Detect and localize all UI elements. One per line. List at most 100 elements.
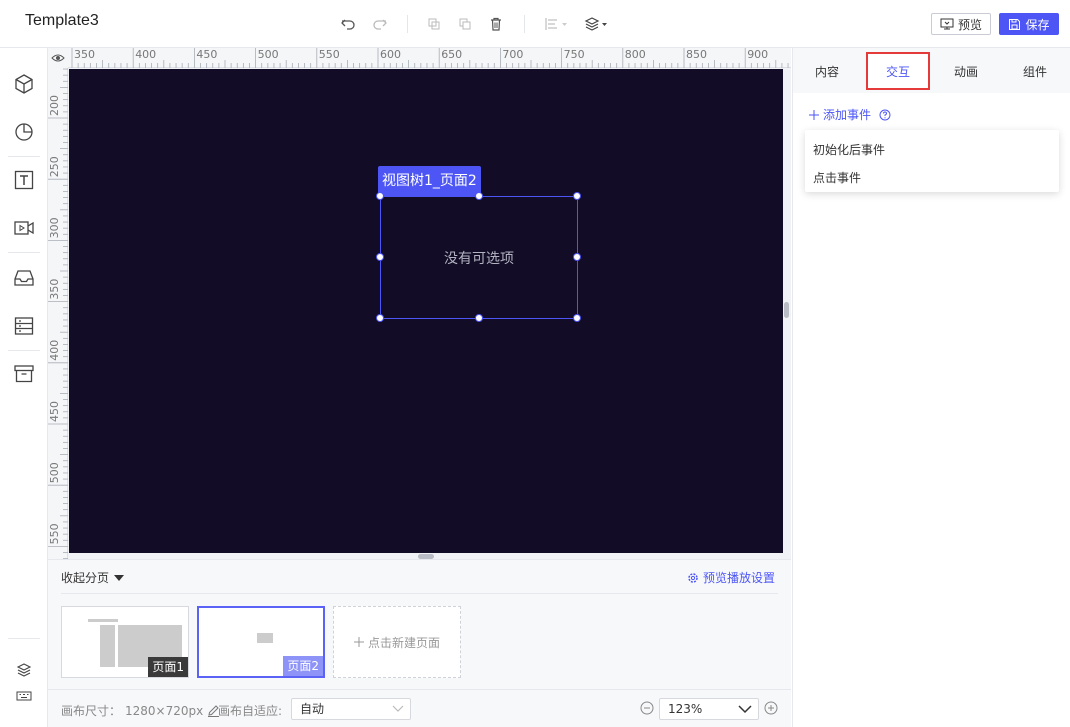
save-label: 保存 xyxy=(1025,17,1050,32)
redo-icon[interactable] xyxy=(369,13,391,35)
canvas-size-value: 1280×720px xyxy=(125,703,204,718)
fit-value: 自动 xyxy=(300,702,325,716)
preview-button[interactable]: 预览 xyxy=(931,13,991,35)
ruler-label: 550 xyxy=(48,523,61,544)
zoom-value: 123% xyxy=(668,702,703,716)
fit-label: 画布自适应: xyxy=(218,704,283,718)
save-button[interactable]: 保存 xyxy=(999,13,1059,35)
keyboard-icon[interactable] xyxy=(10,682,38,710)
preview-settings-link[interactable]: 预览播放设置 xyxy=(687,569,775,586)
ruler-label: 350 xyxy=(48,279,61,300)
ruler-label: 400 xyxy=(135,48,156,61)
chevron-down-icon xyxy=(738,705,752,714)
canvas-size: 画布尺寸： 1280×720px xyxy=(61,702,220,719)
preview-settings-label: 预览播放设置 xyxy=(702,571,775,585)
resize-handle-w[interactable] xyxy=(376,253,384,261)
cube-icon[interactable] xyxy=(10,70,38,98)
plus-icon xyxy=(353,637,364,647)
resize-handle-n[interactable] xyxy=(475,192,483,200)
resize-handle-e[interactable] xyxy=(573,253,581,261)
ruler-label: 900 xyxy=(747,48,768,61)
add-event-label: 添加事件 xyxy=(823,108,872,122)
resize-handle-sw[interactable] xyxy=(376,314,384,322)
canvas-size-label: 画布尺寸： xyxy=(61,704,122,718)
layers-icon[interactable] xyxy=(10,656,38,684)
ruler-label: 400 xyxy=(48,340,61,361)
zoom-in-icon[interactable] xyxy=(764,701,778,715)
ruler-label: 250 xyxy=(48,156,61,177)
inbox-icon[interactable] xyxy=(10,264,38,292)
vertical-scrollbar[interactable] xyxy=(783,69,791,559)
trash-icon[interactable] xyxy=(485,13,507,35)
undo-icon[interactable] xyxy=(337,13,359,35)
event-item-init[interactable]: 初始化后事件 xyxy=(805,136,1059,164)
page-thumbnail-1[interactable]: 页面1 xyxy=(61,606,189,678)
ruler-left: 200 250 300 350 400 450 500 550 xyxy=(48,68,68,559)
resize-handle-se[interactable] xyxy=(573,314,581,322)
zoom-out-icon[interactable] xyxy=(640,701,654,715)
monitor-icon xyxy=(940,18,954,30)
plus-icon xyxy=(809,109,819,120)
ruler-label: 750 xyxy=(564,48,585,61)
resize-handle-s[interactable] xyxy=(475,314,483,322)
tab-interaction-label: 交互 xyxy=(885,64,910,79)
ruler-label: 700 xyxy=(502,48,523,61)
preview-label: 预览 xyxy=(957,17,982,32)
ruler-label: 800 xyxy=(625,48,646,61)
pie-chart-icon[interactable] xyxy=(10,118,38,146)
tab-animation-label: 动画 xyxy=(953,64,978,79)
tab-animation[interactable]: 动画 xyxy=(934,52,998,90)
properties-tabs: 内容 交互 动画 组件 xyxy=(793,48,1070,93)
video-icon[interactable] xyxy=(10,214,38,242)
ruler-label: 850 xyxy=(686,48,707,61)
canvas-footer: 画布尺寸： 1280×720px 画布自适应: 自动 123% xyxy=(48,689,791,727)
caret-down-icon xyxy=(114,574,125,581)
add-event-button[interactable]: 添加事件 xyxy=(809,106,891,123)
tab-interaction[interactable]: 交互 xyxy=(866,52,930,90)
ruler-label: 200 xyxy=(48,95,61,116)
tab-content[interactable]: 内容 xyxy=(795,52,859,90)
zoom-select[interactable]: 123% xyxy=(659,698,759,720)
page-thumbnail-2[interactable]: 页面2 xyxy=(197,606,325,678)
archive-icon[interactable] xyxy=(10,360,38,388)
text-icon[interactable] xyxy=(10,166,38,194)
collapse-pages-label: 收起分页 xyxy=(61,571,110,585)
ruler-label: 550 xyxy=(319,48,340,61)
collapse-pages-button[interactable]: 收起分页 xyxy=(61,569,125,586)
tab-components[interactable]: 组件 xyxy=(1003,52,1067,90)
new-page-button[interactable]: 点击新建页面 xyxy=(333,606,461,678)
resize-handle-nw[interactable] xyxy=(376,192,384,200)
copy-icon[interactable] xyxy=(423,13,445,35)
new-page-label: 点击新建页面 xyxy=(367,635,440,650)
eye-icon[interactable] xyxy=(48,48,68,68)
selected-component[interactable]: 没有可选项 xyxy=(376,192,581,322)
ruler-label: 500 xyxy=(48,462,61,483)
align-icon[interactable] xyxy=(543,13,571,35)
event-dropdown: 初始化后事件 点击事件 xyxy=(805,130,1059,192)
layers-icon[interactable] xyxy=(583,13,611,35)
app-title: Template3 xyxy=(25,12,99,29)
ruler-label: 300 xyxy=(48,217,61,238)
gear-icon xyxy=(688,572,698,583)
ruler-label: 450 xyxy=(196,48,217,61)
canvas-stage[interactable]: 视图树1_页面2 没有可选项 xyxy=(69,69,783,553)
page-label-2: 页面2 xyxy=(283,656,323,676)
help-icon[interactable] xyxy=(879,109,891,121)
ruler-label: 350 xyxy=(74,48,95,61)
paste-icon[interactable] xyxy=(454,13,476,35)
ruler-label: 500 xyxy=(258,48,279,61)
selection-label: 视图树1_页面2 xyxy=(378,166,481,196)
save-icon xyxy=(1009,18,1021,30)
canvas-area: 350 400 450 500 550 600 650 700 750 800 850 900 200… xyxy=(48,48,791,559)
tab-content-label: 内容 xyxy=(814,64,839,79)
tab-components-label: 组件 xyxy=(1022,64,1047,79)
page-label-1: 页面1 xyxy=(148,657,188,677)
fit-select[interactable]: 自动 xyxy=(291,698,411,720)
pages-panel: 收起分页 预览播放设置 页面1 页面2 点击新建页面 xyxy=(48,559,791,689)
list-icon[interactable] xyxy=(10,312,38,340)
event-item-click[interactable]: 点击事件 xyxy=(805,164,1059,192)
vertical-scroll-thumb[interactable] xyxy=(784,302,789,318)
ruler-label: 600 xyxy=(380,48,401,61)
component-placeholder: 没有可选项 xyxy=(444,250,514,267)
resize-handle-ne[interactable] xyxy=(573,192,581,200)
